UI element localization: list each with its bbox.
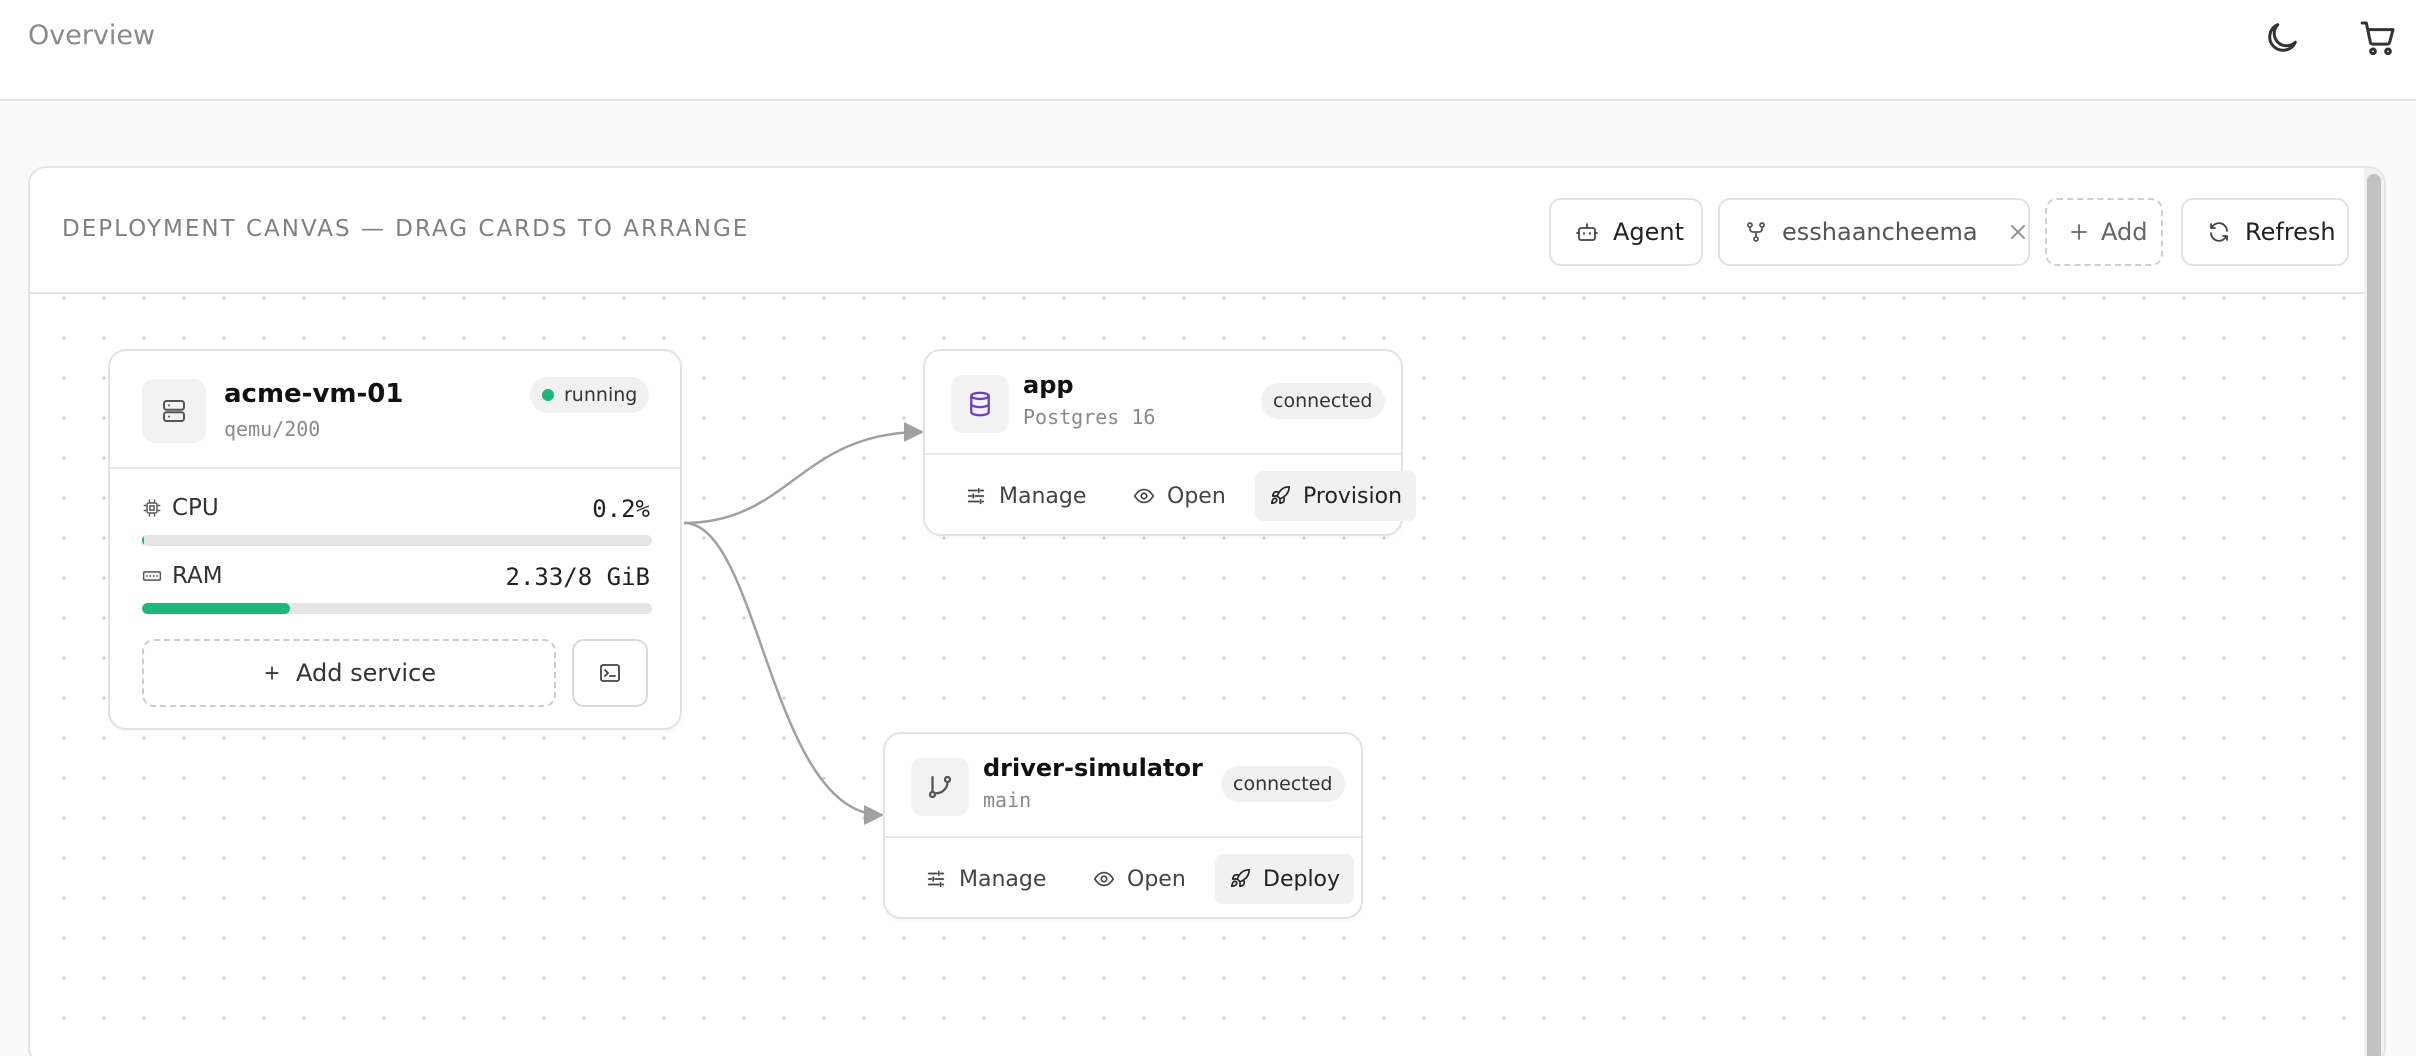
open-label: Open [1127,866,1186,892]
open-button[interactable]: Open [1079,854,1200,904]
manage-button[interactable]: Manage [911,854,1060,904]
cpu-progress-fill [142,535,145,546]
git-branch-icon [911,758,969,816]
add-service-label: Add service [295,659,437,687]
manage-button[interactable]: Manage [951,471,1100,521]
repo-chip[interactable]: esshaancheema [1718,198,2030,266]
provision-button[interactable]: Provision [1255,471,1417,521]
agent-button[interactable]: Agent [1549,198,1703,266]
refresh-icon [2207,220,2231,244]
repo-name: driver-simulator [983,754,1203,782]
status-badge: running [530,377,650,413]
top-bar: Overview [0,0,2416,101]
vm-subtitle: qemu/200 [224,417,321,441]
canvas-title: DEPLOYMENT CANVAS — DRAG CARDS TO ARRANG… [62,216,750,242]
add-button[interactable]: Add [2045,198,2163,266]
ram-metric-label: RAM [142,563,223,589]
vm-card-divider [110,467,680,469]
refresh-button[interactable]: Refresh [2181,198,2349,266]
ram-progress-bar [142,603,652,614]
cpu-progress-bar [142,535,652,546]
database-card-divider [925,453,1401,455]
vm-card[interactable]: acme-vm-01 qemu/200 running CPU 0.2% RAM… [108,349,682,730]
terminal-button[interactable] [572,639,648,707]
bot-icon [1575,220,1599,244]
database-subtitle: Postgres 16 [1023,405,1156,429]
provision-label: Provision [1303,483,1403,509]
add-service-button[interactable]: Add service [142,639,556,707]
ram-progress-fill [142,603,290,614]
moon-icon[interactable] [2262,18,2302,58]
rocket-icon [1229,868,1251,890]
canvas-header: DEPLOYMENT CANVAS — DRAG CARDS TO ARRANG… [30,168,2384,294]
memory-icon [142,566,162,586]
sliders-icon [965,485,987,507]
status-badge-label: running [564,384,638,406]
vm-name: acme-vm-01 [224,379,404,409]
status-badge: connected [1261,383,1385,419]
repo-card-divider [885,836,1361,838]
canvas-scrollbar-thumb[interactable] [2367,174,2381,1056]
add-button-label: Add [2101,218,2148,246]
database-card[interactable]: app Postgres 16 connected Manage Open Pr… [923,349,1417,536]
cpu-metric-label: CPU [142,495,219,521]
cpu-label: CPU [172,495,219,521]
repo-card[interactable]: driver-simulator main connected Manage O… [883,732,1363,919]
manage-label: Manage [999,483,1087,509]
cpu-icon [142,498,162,518]
ram-label: RAM [172,563,223,589]
repo-branch: main [983,788,1032,812]
eye-icon [1093,868,1115,890]
open-label: Open [1167,483,1226,509]
cart-icon[interactable] [2358,18,2398,58]
repo-chip-label: esshaancheema [1782,218,1978,246]
open-button[interactable]: Open [1119,471,1240,521]
terminal-icon [598,661,622,685]
plus-icon [262,663,282,683]
agent-button-label: Agent [1613,218,1685,246]
refresh-button-label: Refresh [2245,218,2336,246]
status-dot [542,389,554,401]
close-icon[interactable] [2006,220,2030,244]
deploy-button[interactable]: Deploy [1215,854,1355,904]
database-icon [951,375,1009,433]
deploy-label: Deploy [1263,866,1341,892]
manage-label: Manage [959,866,1047,892]
page-title: Overview [28,20,156,51]
ram-value: 2.33/8 GiB [505,563,651,591]
rocket-icon [1269,485,1291,507]
server-icon [142,379,206,443]
cpu-value: 0.2% [592,495,650,523]
canvas-scrollbar[interactable] [2364,168,2384,1056]
eye-icon [1133,485,1155,507]
sliders-icon [925,868,947,890]
database-name: app [1023,371,1074,399]
git-fork-icon [1744,220,1768,244]
status-badge: connected [1221,766,1345,802]
plus-icon [2067,220,2091,244]
